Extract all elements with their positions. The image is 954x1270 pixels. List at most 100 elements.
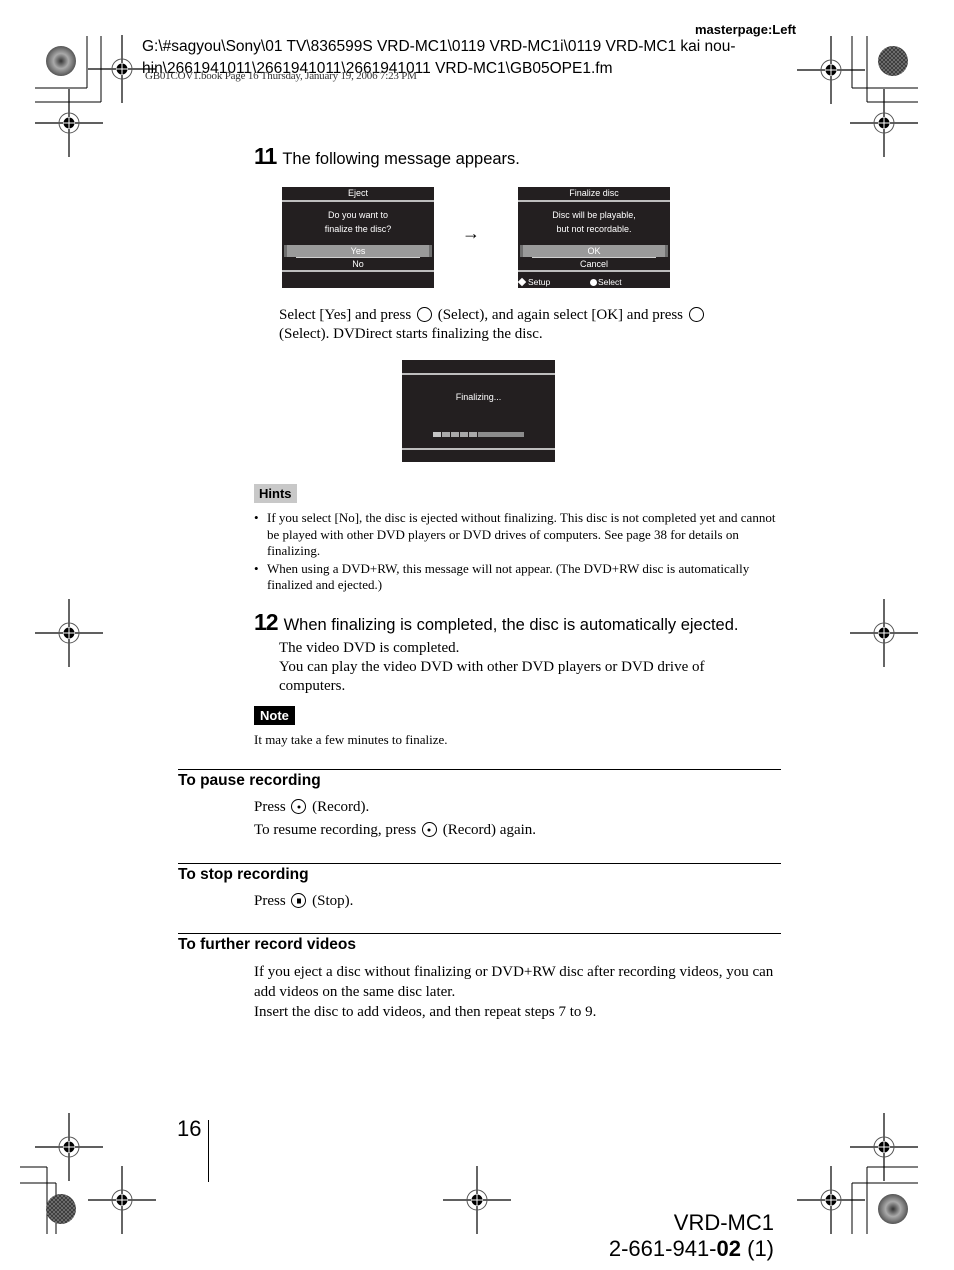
progress-segment xyxy=(433,432,441,437)
book-info: GB01COV1.book Page 16 Thursday, January … xyxy=(145,70,417,82)
instruction-text: (Select), and again select [OK] and pres… xyxy=(437,307,684,323)
record-button-icon xyxy=(421,822,437,837)
section-title-pause: To pause recording xyxy=(178,772,321,789)
registration-mark xyxy=(796,35,866,105)
instruction-text: (Select). DVDirect starts finalizing the… xyxy=(279,326,543,342)
registration-mark xyxy=(87,1165,157,1235)
pause-line-1: Press (Record). xyxy=(254,798,369,817)
registration-mark xyxy=(796,1165,866,1235)
stop-button-icon xyxy=(291,893,307,908)
step-number: 11 xyxy=(254,143,277,169)
progress-gap xyxy=(477,432,478,437)
step-11-instruction: Select [Yes] and press (Select), and aga… xyxy=(279,306,759,344)
registration-mark xyxy=(34,88,104,158)
screen-footer: Setup Select xyxy=(517,276,670,288)
setup-label: Setup xyxy=(528,277,551,287)
hints-badge: Hints xyxy=(254,484,297,503)
section-divider xyxy=(178,863,781,864)
star-target-mark xyxy=(46,46,76,76)
step-12-body: The video DVD is completed. You can play… xyxy=(279,639,759,696)
step-text: When finalizing is completed, the disc i… xyxy=(283,616,739,634)
step-11-heading: 11 The following message appears. xyxy=(254,143,520,170)
screen-message-line: Disc will be playable, xyxy=(552,210,636,220)
registration-mark xyxy=(849,598,919,668)
progress-segment xyxy=(442,432,450,437)
progress-segment xyxy=(451,432,459,437)
divider xyxy=(402,448,555,450)
masterpage-label: masterpage:Left xyxy=(695,22,797,37)
progress-segment xyxy=(469,432,477,437)
option-cancel[interactable]: Cancel xyxy=(518,258,670,270)
registration-mark xyxy=(849,1112,919,1182)
star-target-mark xyxy=(878,1194,908,1224)
finalizing-message: Finalizing... xyxy=(455,392,502,402)
body-text: (Record). xyxy=(312,799,370,815)
divider xyxy=(402,373,555,375)
hints-label: Hints xyxy=(254,484,297,503)
pattern-target-mark xyxy=(46,1194,76,1224)
divider xyxy=(282,200,434,202)
body-text: To resume recording, press xyxy=(254,822,417,838)
option-ok[interactable]: OK xyxy=(520,245,668,257)
body-text: (Stop). xyxy=(312,893,354,909)
note-badge: Note xyxy=(254,706,295,725)
hints-list: If you select [No], the disc is ejected … xyxy=(254,510,784,595)
model-info: VRD-MC1 2-661-941-02 (1) xyxy=(609,1210,774,1262)
body-text: (Record) again. xyxy=(442,822,537,838)
screen-message-line: Do you want to xyxy=(327,210,389,220)
select-button-icon xyxy=(688,307,704,322)
select-button-icon xyxy=(416,307,432,322)
registration-mark xyxy=(442,1165,512,1235)
directional-pad-icon xyxy=(517,277,527,287)
registration-mark xyxy=(34,598,104,668)
finalizing-screen: Finalizing... xyxy=(402,360,555,462)
step-text: The following message appears. xyxy=(282,150,520,168)
finalize-disc-screen: Finalize disc Disc will be playable, but… xyxy=(517,187,670,288)
page-number-rule xyxy=(208,1120,209,1182)
screen-title: Eject xyxy=(347,188,368,198)
screen-title: Finalize disc xyxy=(569,188,619,198)
section-divider xyxy=(178,769,781,770)
section-title-stop: To stop recording xyxy=(178,866,309,883)
progress-gap xyxy=(450,432,451,437)
body-line: The video DVD is completed. xyxy=(279,640,460,656)
further-body: If you eject a disc without finalizing o… xyxy=(254,962,784,1022)
body-line: You can play the video DVD with other DV… xyxy=(279,659,705,694)
part-prefix: 2-661-941- xyxy=(608,1236,717,1261)
select-label: Select xyxy=(598,277,622,287)
select-hint: Select xyxy=(590,276,622,288)
section-title-further: To further record videos xyxy=(178,936,356,953)
stop-line-1: Press (Stop). xyxy=(254,892,353,911)
setup-hint: Setup xyxy=(517,276,551,288)
select-button-icon xyxy=(590,279,597,286)
page-number: 16 xyxy=(177,1116,202,1141)
body-line: If you eject a disc without finalizing o… xyxy=(254,964,774,1000)
option-no[interactable]: No xyxy=(282,258,434,270)
divider xyxy=(518,200,670,202)
progress-gap xyxy=(441,432,442,437)
section-divider xyxy=(178,933,781,934)
note-text: It may take a few minutes to finalize. xyxy=(254,732,448,747)
body-text: Press xyxy=(254,799,286,815)
progress-bar xyxy=(433,432,524,437)
arrow-icon: → xyxy=(462,223,480,243)
hint-item: If you select [No], the disc is ejected … xyxy=(254,510,784,560)
progress-segment xyxy=(460,432,468,437)
step-number: 12 xyxy=(254,609,279,635)
note-label: Note xyxy=(254,706,295,725)
hint-item: When using a DVD+RW, this message will n… xyxy=(254,561,784,594)
pause-line-2: To resume recording, press (Record) agai… xyxy=(254,821,536,840)
screen-message-line: but not recordable. xyxy=(556,224,632,234)
registration-mark xyxy=(849,88,919,158)
progress-gap xyxy=(459,432,460,437)
part-revision: 02 xyxy=(716,1236,741,1261)
registration-mark xyxy=(34,1112,104,1182)
body-line: Insert the disc to add videos, and then … xyxy=(254,1004,597,1020)
option-yes[interactable]: Yes xyxy=(284,245,432,257)
pattern-target-mark xyxy=(878,46,908,76)
part-number: 2-661-941-02 (1) xyxy=(609,1236,774,1262)
eject-screen: Eject Do you want to finalize the disc? … xyxy=(282,187,434,288)
instruction-text: Select [Yes] and press xyxy=(279,307,412,323)
divider xyxy=(282,270,434,272)
step-12-heading: 12 When finalizing is completed, the disc… xyxy=(254,609,738,636)
